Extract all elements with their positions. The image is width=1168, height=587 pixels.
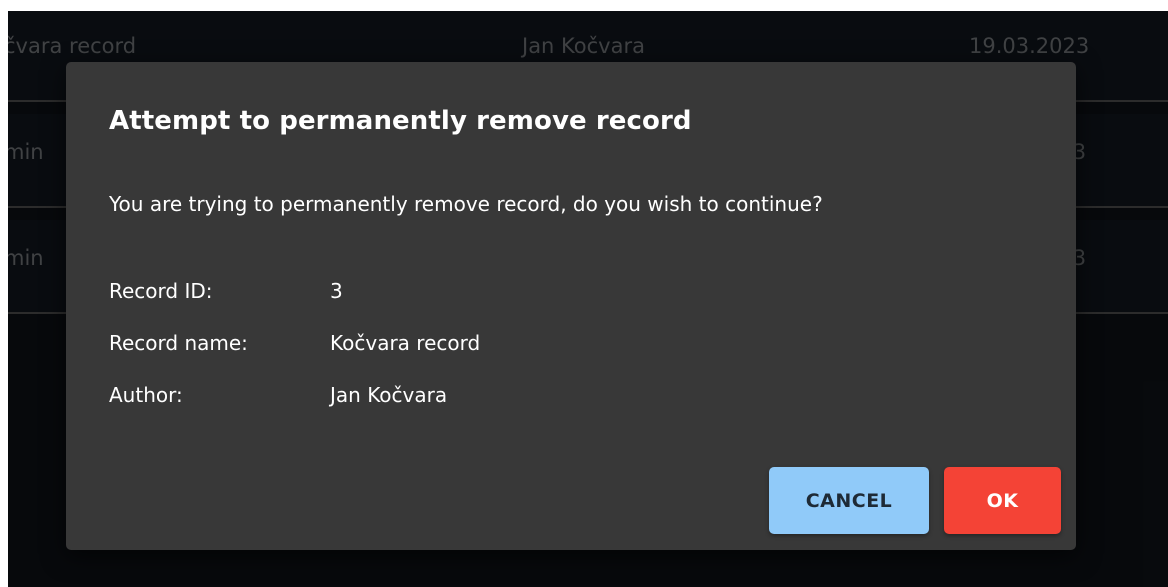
dialog-message: You are trying to permanently remove rec… (109, 192, 823, 216)
record-id-value: 3 (330, 279, 343, 303)
record-name-label: Record name: (109, 331, 248, 355)
dialog-title: Attempt to permanently remove record (109, 106, 692, 136)
ok-button[interactable]: OK (944, 467, 1061, 534)
cancel-button[interactable]: CANCEL (769, 467, 929, 534)
author-value: Jan Kočvara (330, 383, 448, 407)
record-name-value: Kočvara record (330, 331, 481, 355)
author-label: Author: (109, 383, 183, 407)
records-page: čvara record Jan Kočvara 19.03.2023 min … (8, 11, 1168, 587)
remove-record-dialog: Attempt to permanently remove record You… (66, 62, 1076, 550)
record-id-label: Record ID: (109, 279, 213, 303)
